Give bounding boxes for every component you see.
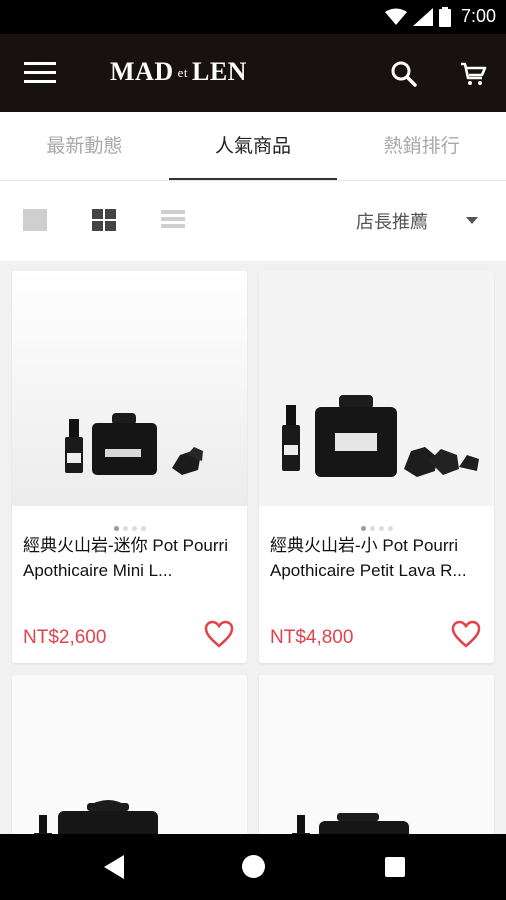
- product-title: 經典火山岩-迷你 Pot Pourri Apothicaire Mini L..…: [23, 536, 228, 580]
- back-icon[interactable]: [104, 855, 124, 879]
- app-bar: MAD et LEN: [0, 34, 506, 112]
- recents-icon[interactable]: [385, 857, 405, 877]
- heart-icon[interactable]: [451, 620, 481, 648]
- wifi-icon: [384, 8, 407, 25]
- status-bar: 7:00: [0, 0, 506, 34]
- product-price: NT$2,600: [23, 627, 107, 648]
- menu-icon[interactable]: [24, 62, 56, 86]
- sort-dropdown[interactable]: 店長推薦: [356, 208, 428, 234]
- home-icon[interactable]: [242, 855, 265, 878]
- chevron-down-icon[interactable]: [466, 217, 478, 224]
- status-icons: 7:00: [384, 6, 496, 27]
- brand-text-right: LEN: [191, 57, 247, 86]
- product-price: NT$4,800: [270, 627, 354, 648]
- category-tabs: 最新動態 人氣商品 熱銷排行: [0, 112, 506, 180]
- tab-bestsellers[interactable]: 熱銷排行: [337, 112, 506, 180]
- cart-icon[interactable]: [459, 60, 487, 88]
- status-time: 7:00: [460, 6, 496, 26]
- brand-text-left: MAD: [110, 57, 174, 86]
- search-icon[interactable]: [390, 60, 418, 88]
- view-toolbar: 店長推薦: [0, 180, 506, 261]
- product-title: 經典火山岩-小 Pot Pourri Apothicaire Petit Lav…: [270, 536, 467, 580]
- system-nav-bar: [0, 834, 506, 900]
- product-image[interactable]: [12, 271, 247, 506]
- product-card[interactable]: 經典火山岩-小 Pot Pourri Apothicaire Petit Lav…: [259, 271, 494, 663]
- product-image[interactable]: [259, 271, 494, 506]
- grid-view-icon[interactable]: [92, 209, 116, 231]
- product-card[interactable]: 經典火山岩-迷你 Pot Pourri Apothicaire Mini L..…: [12, 271, 247, 663]
- tab-latest[interactable]: 最新動態: [0, 112, 169, 180]
- list-view-icon[interactable]: [161, 210, 185, 230]
- signal-icon: [412, 7, 433, 26]
- brand-logo: MAD et LEN: [110, 57, 247, 87]
- single-view-icon[interactable]: [23, 209, 47, 231]
- brand-text-mid: et: [177, 65, 188, 80]
- tab-popular[interactable]: 人氣商品: [168, 112, 338, 180]
- heart-icon[interactable]: [204, 620, 234, 648]
- battery-icon: [438, 6, 451, 27]
